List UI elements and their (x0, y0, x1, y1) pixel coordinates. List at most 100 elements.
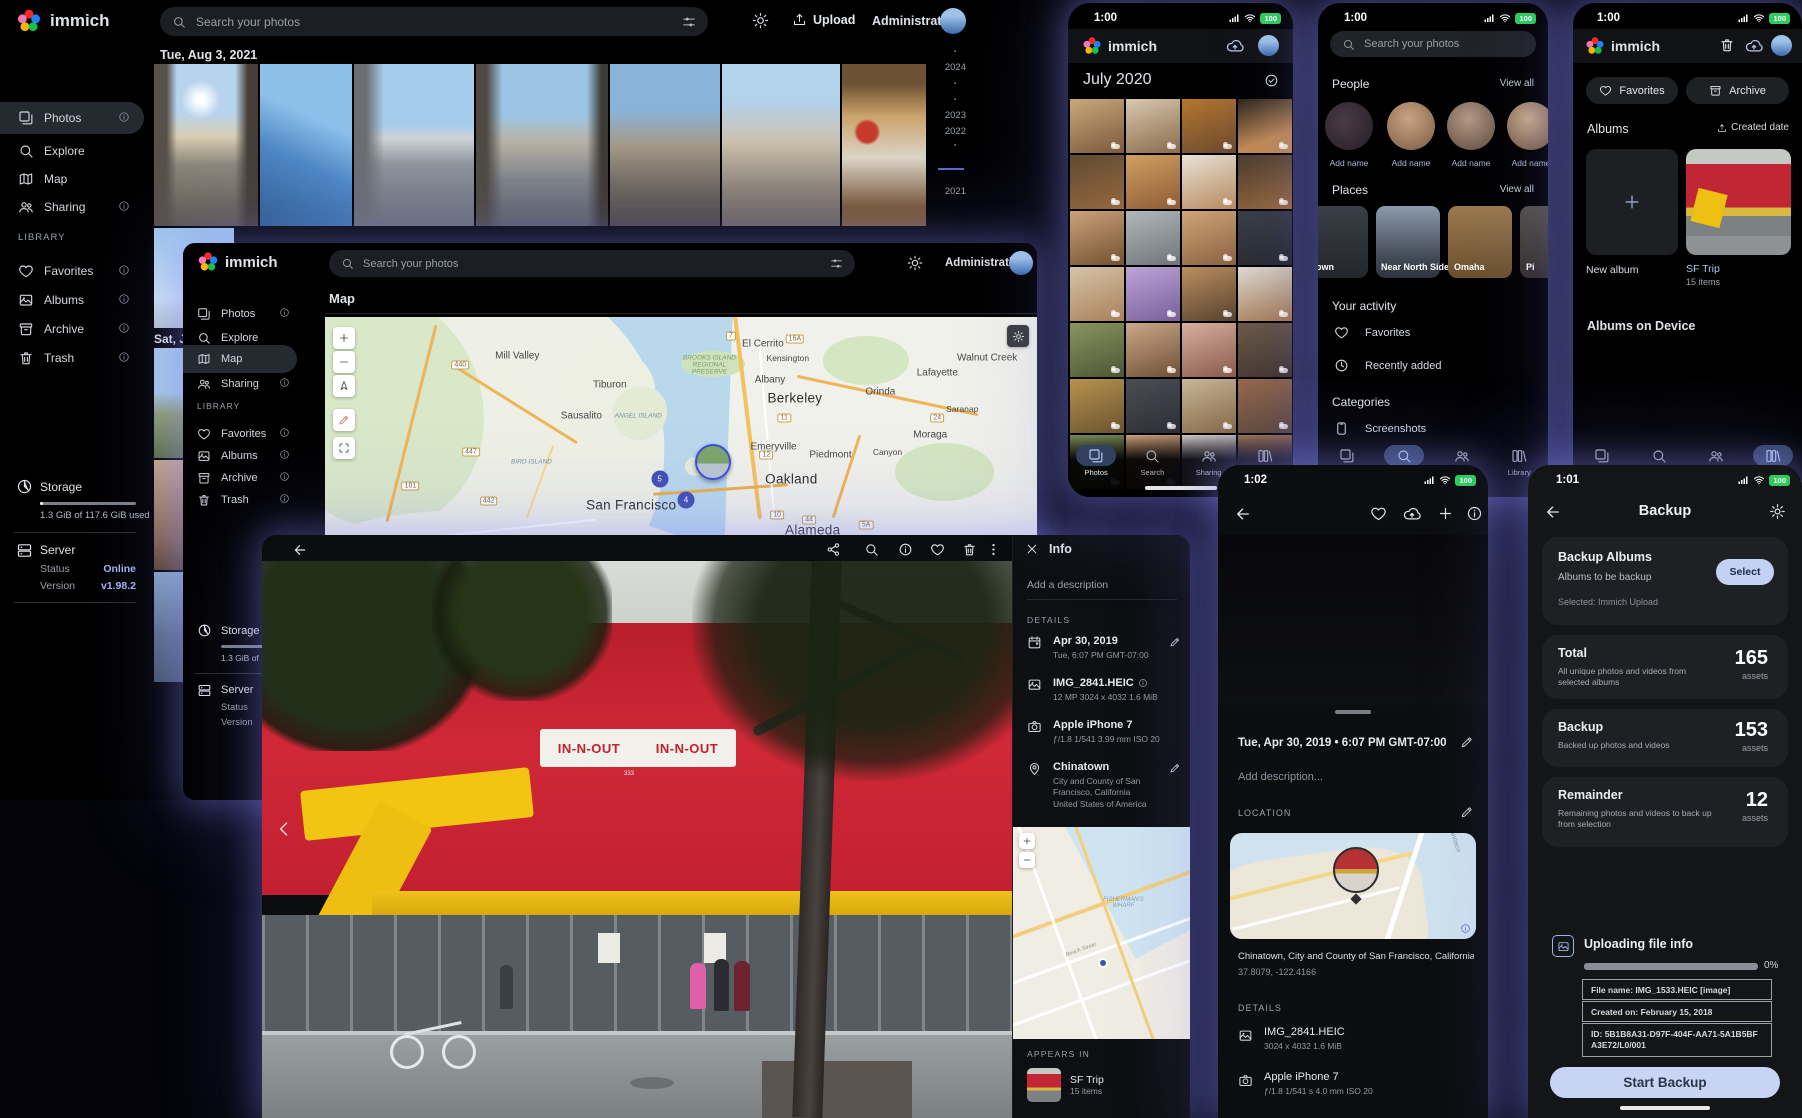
photo-thumbnail[interactable] (1070, 99, 1124, 153)
sheet-drag-handle[interactable] (1335, 710, 1371, 714)
favorite-heart-icon[interactable] (1370, 505, 1387, 522)
album-row[interactable]: SF Trip 15 items (1027, 1065, 1177, 1105)
nav-tab-search[interactable]: Search (1124, 445, 1180, 477)
photo-thumbnail[interactable] (1126, 211, 1180, 265)
add-name-label[interactable]: Add name (1387, 158, 1435, 168)
photo-thumbnail[interactable] (354, 64, 474, 226)
archive-button[interactable]: Archive (1686, 77, 1789, 104)
delete-trash-icon[interactable] (962, 542, 977, 557)
photo-thumbnail[interactable] (1238, 99, 1292, 153)
search-input[interactable]: Search your photos (329, 250, 855, 277)
map-cluster-marker[interactable]: 4 (677, 491, 694, 508)
info-icon[interactable] (118, 264, 130, 276)
map-zoom-in-button[interactable] (333, 327, 355, 349)
avatar[interactable] (1258, 35, 1279, 56)
cloud-sync-icon[interactable] (1745, 37, 1763, 55)
add-name-label[interactable]: Add name (1325, 158, 1373, 168)
photo-thumbnail[interactable] (1182, 155, 1236, 209)
photo-thumbnail[interactable] (1070, 323, 1124, 377)
place-tile[interactable]: Near North Side (1376, 206, 1440, 278)
map-settings-gear-icon[interactable] (1007, 325, 1029, 347)
photo-thumbnail[interactable] (1238, 155, 1292, 209)
theme-toggle-icon[interactable] (907, 255, 923, 271)
scrubber-handle[interactable] (938, 168, 964, 170)
avatar[interactable] (940, 8, 966, 34)
sidebar-item-sharing[interactable]: Sharing (18, 194, 85, 220)
add-name-label[interactable]: Add name (1507, 158, 1548, 168)
photo-thumbnail[interactable] (154, 64, 258, 226)
location-map[interactable]: d - San Francisco (1230, 833, 1476, 939)
photo-thumbnail[interactable] (1182, 379, 1236, 433)
sidebar-item-photos[interactable]: Photos (18, 105, 81, 131)
search-input[interactable]: Search your photos (1330, 31, 1536, 57)
select-all-check-icon[interactable] (1264, 73, 1279, 88)
sidebar-item-archive[interactable]: Archive (18, 316, 84, 342)
map-cluster-marker[interactable]: 5 (651, 470, 668, 487)
attribution-info-icon[interactable] (1460, 923, 1471, 934)
mini-map-zoom-in[interactable] (1019, 833, 1035, 849)
map-compass-button[interactable] (333, 375, 355, 397)
cloud-sync-icon[interactable] (1226, 37, 1244, 55)
edit-pencil-icon[interactable] (1169, 636, 1181, 648)
nav-tab-photos[interactable]: Photos (1068, 445, 1124, 477)
place-tile[interactable]: Pi (1520, 206, 1548, 278)
person-avatar[interactable] (1387, 102, 1435, 150)
map-photo-marker[interactable] (695, 444, 731, 480)
photo-thumbnail[interactable] (1070, 155, 1124, 209)
info-icon[interactable] (279, 377, 290, 388)
sidebar-item-photos[interactable]: Photos (197, 301, 255, 327)
sidebar-item-trash[interactable]: Trash (18, 345, 74, 371)
edit-pencil-icon[interactable] (1169, 762, 1181, 774)
album-title[interactable]: SF Trip (1686, 263, 1720, 275)
info-icon[interactable] (898, 542, 913, 557)
avatar[interactable] (1771, 35, 1792, 56)
info-icon[interactable] (279, 427, 290, 438)
photo-thumbnail[interactable] (1238, 267, 1292, 321)
info-icon[interactable] (279, 449, 290, 460)
back-icon[interactable] (292, 542, 308, 558)
photo-thumbnail[interactable] (1182, 323, 1236, 377)
activity-favorites-row[interactable]: Favorites (1334, 325, 1410, 340)
timeline-scrubber[interactable]: 2024 2023 2022 2021 (928, 46, 970, 226)
info-icon[interactable] (118, 322, 130, 334)
album-cover-tile[interactable] (1686, 149, 1791, 255)
photo-thumbnail[interactable] (1126, 267, 1180, 321)
search-input[interactable]: Search your photos (160, 7, 708, 36)
place-tile[interactable]: Omaha (1448, 206, 1512, 278)
info-icon[interactable] (279, 493, 290, 504)
info-icon[interactable] (118, 200, 130, 212)
favorites-button[interactable]: Favorites (1586, 77, 1678, 104)
category-screenshots-row[interactable]: Screenshots (1334, 421, 1426, 436)
photo-thumbnail[interactable] (1126, 99, 1180, 153)
person-avatar[interactable] (1325, 102, 1373, 150)
sidebar-item-map[interactable]: Map (18, 166, 67, 192)
sidebar-item-trash[interactable]: Trash (197, 487, 249, 513)
sidebar-item-favorites[interactable]: Favorites (18, 258, 93, 284)
photo-thumbnail[interactable] (260, 64, 352, 226)
photo-thumbnail[interactable] (1238, 323, 1292, 377)
add-plus-icon[interactable] (1437, 505, 1454, 522)
collapsed-photo-area[interactable] (1218, 535, 1488, 705)
description-input[interactable]: Add a description (1027, 579, 1108, 591)
avatar[interactable] (1009, 251, 1033, 275)
previous-photo-chevron-icon[interactable] (274, 819, 294, 839)
add-name-label[interactable]: Add name (1447, 158, 1495, 168)
photo-thumbnail[interactable] (722, 64, 840, 226)
activity-recent-row[interactable]: Recently added (1334, 358, 1441, 373)
sidebar-item-sharing[interactable]: Sharing (197, 371, 259, 397)
photo-thumbnail[interactable] (476, 64, 608, 226)
people-view-all-link[interactable]: View all (1500, 78, 1534, 89)
sidebar-item-map[interactable]: Map (197, 346, 242, 372)
photo-thumbnail[interactable] (1182, 99, 1236, 153)
more-menu-icon[interactable] (986, 542, 1001, 557)
albums-sort-button[interactable]: Created date (1717, 122, 1789, 133)
back-icon[interactable] (1234, 505, 1252, 523)
photo-thumbnail[interactable] (1070, 379, 1124, 433)
upload-button[interactable]: Upload (792, 12, 855, 27)
favorite-heart-icon[interactable] (930, 542, 945, 557)
info-icon[interactable] (118, 111, 130, 123)
photo-thumbnail[interactable] (610, 64, 720, 226)
description-input[interactable]: Add description... (1238, 771, 1323, 783)
filter-sliders-icon[interactable] (830, 257, 843, 270)
cloud-upload-icon[interactable] (1403, 505, 1421, 523)
